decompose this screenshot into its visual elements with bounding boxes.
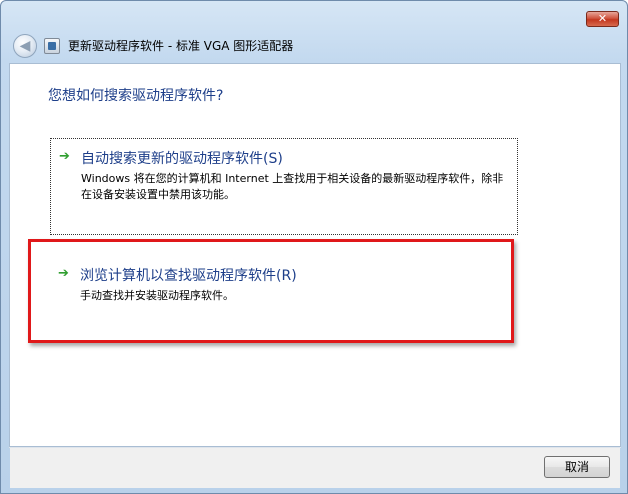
option-title: 自动搜索更新的驱动程序软件(S) [81,151,283,167]
cancel-button[interactable]: 取消 [544,456,610,478]
content-panel: 您想如何搜索驱动程序软件? ➔ 自动搜索更新的驱动程序软件(S) Windows… [9,63,621,447]
option-auto-search[interactable]: ➔ 自动搜索更新的驱动程序软件(S) Windows 将在您的计算机和 Inte… [50,138,518,235]
close-button[interactable]: ✕ [586,11,619,27]
device-manager-icon [44,38,60,54]
back-arrow-icon: ◀ [19,38,31,54]
option-description: Windows 将在您的计算机和 Internet 上查找用于相关设备的最新驱动… [81,172,504,201]
footer-bar: 取消 [10,448,620,488]
green-arrow-icon: ➔ [59,149,70,164]
page-heading: 您想如何搜索驱动程序软件? [48,88,224,104]
window-title: 更新驱动程序软件 - 标准 VGA 图形适配器 [68,39,294,53]
back-button[interactable]: ◀ [13,34,37,58]
red-highlight-box [28,239,514,343]
close-icon: ✕ [597,12,608,25]
dialog-window: ✕ ◀ 更新驱动程序软件 - 标准 VGA 图形适配器 您想如何搜索驱动程序软件… [0,0,628,494]
